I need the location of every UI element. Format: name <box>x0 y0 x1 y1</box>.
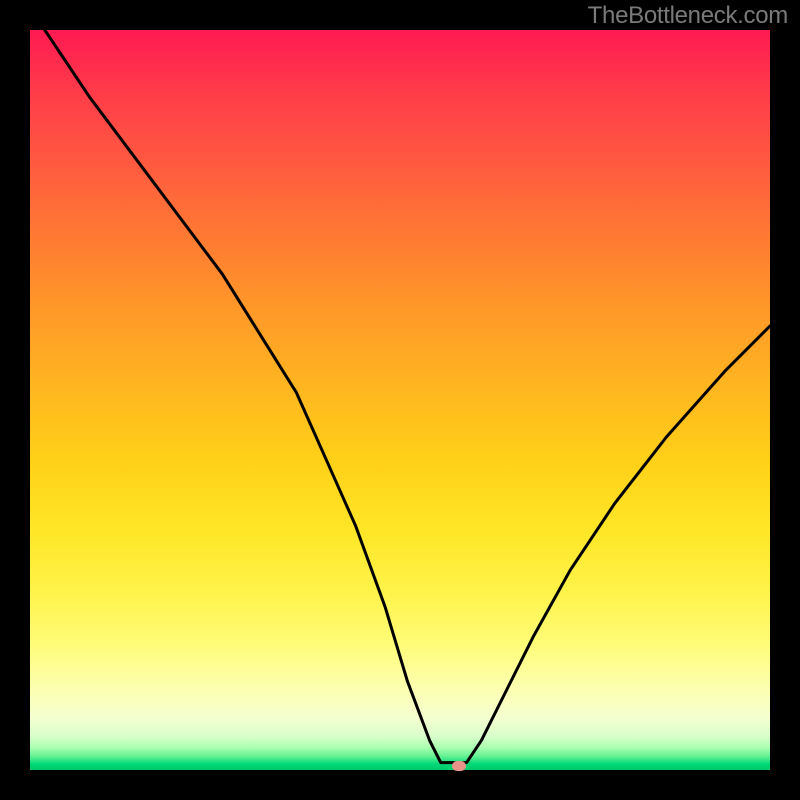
watermark-text: TheBottleneck.com <box>588 2 788 30</box>
optimal-marker <box>452 761 466 771</box>
chart-container: TheBottleneck.com <box>0 0 800 800</box>
bottleneck-curve <box>30 30 770 770</box>
plot-area <box>30 30 770 770</box>
